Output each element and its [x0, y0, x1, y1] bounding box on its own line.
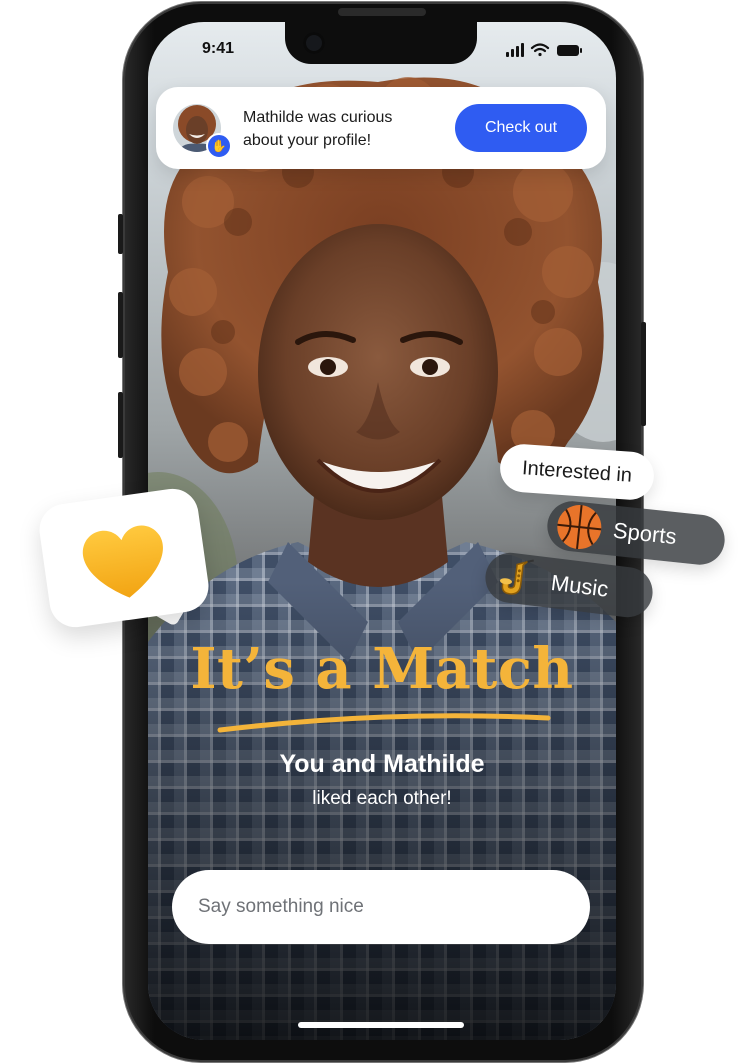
speaker-grille	[338, 8, 426, 16]
interest-label-music: Music	[549, 569, 610, 602]
match-caption: liked each other!	[312, 788, 452, 809]
title-underline	[217, 713, 551, 733]
notification-message: Mathilde was curious about your profile!	[243, 109, 393, 149]
saxophone-icon	[491, 552, 544, 605]
wifi-icon	[530, 43, 550, 57]
basketball-icon	[553, 501, 606, 554]
match-title: It’s a Match	[190, 636, 574, 702]
wave-hand-icon: ✋	[206, 133, 232, 159]
front-camera	[303, 32, 325, 54]
status-icons	[506, 43, 582, 57]
heart-icon	[82, 525, 163, 598]
like-card[interactable]	[36, 485, 212, 631]
volume-down-button	[118, 392, 123, 458]
mute-switch	[118, 214, 123, 254]
status-time: 9:41	[202, 40, 235, 57]
interest-label-sports: Sports	[611, 517, 678, 550]
match-subtitle: You and Mathilde	[279, 750, 485, 778]
signal-icon	[506, 43, 524, 57]
message-input[interactable]	[172, 870, 590, 944]
check-out-button[interactable]: Check out	[455, 104, 587, 152]
volume-up-button	[118, 292, 123, 358]
power-button	[641, 322, 646, 426]
notification-card[interactable]: ✋ Mathilde was curious about your profil…	[156, 87, 606, 169]
battery-icon	[557, 45, 582, 56]
notch	[285, 22, 477, 64]
home-indicator[interactable]	[298, 1022, 464, 1028]
